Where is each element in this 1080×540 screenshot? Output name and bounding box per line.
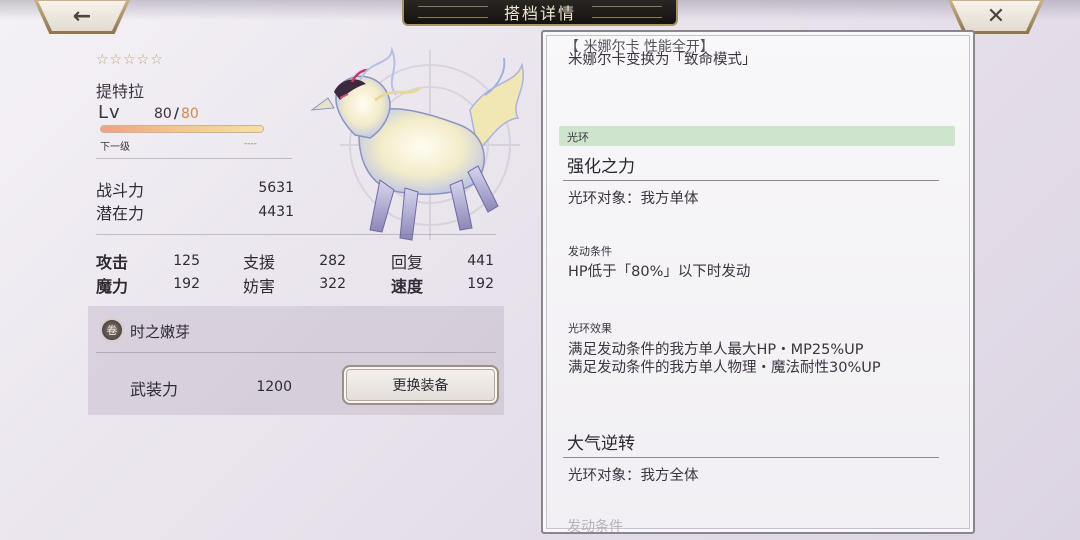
level-label: Lv	[98, 102, 121, 123]
potential-value: 4431	[258, 204, 294, 220]
stat-recovery-value: 441	[467, 253, 494, 269]
stat-attack-label: 攻击	[96, 253, 129, 272]
scrollbar-thumb[interactable]	[974, 228, 975, 414]
equipment-power-label: 武装力	[130, 380, 179, 399]
stat-speed-value: 192	[467, 276, 494, 292]
rarity-stars: ☆☆☆☆☆	[96, 52, 164, 68]
skill-target: 光环对象：我方全体	[568, 468, 699, 484]
clipped-skill-description: 米娜尔卡变换为「致命模式」	[568, 52, 757, 68]
skill-title: 强化之力	[567, 157, 635, 177]
stat-hinder-label: 妨害	[243, 277, 276, 296]
exp-bar	[100, 125, 264, 133]
next-level-label: 下一级	[100, 142, 130, 153]
stat-attack-value: 125	[173, 253, 200, 269]
condition-label: 发动条件	[568, 245, 612, 258]
equipment-icon-glyph: 卷	[106, 324, 118, 337]
skill-detail-panel[interactable]: 【 米娜尔卡 性能全开】 米娜尔卡变换为「致命模式」 光环 强化之力 光环对象：…	[541, 30, 975, 534]
divider	[96, 158, 292, 159]
equipment-power-value: 1200	[256, 379, 292, 395]
stat-magic-label: 魔力	[96, 277, 129, 296]
combat-power-label: 战斗力	[96, 181, 145, 200]
page-title: 搭档详情	[402, 0, 678, 26]
effect-line-2: 满足发动条件的我方单人物理・魔法耐性30%UP	[568, 360, 881, 376]
effect-label: 光环效果	[568, 322, 612, 335]
clipped-condition-label: 发动条件	[567, 519, 623, 534]
stat-support-value: 282	[319, 253, 346, 269]
partner-creature-illustration	[310, 46, 524, 241]
category-band	[559, 126, 955, 146]
back-button[interactable]: ←	[34, 0, 130, 34]
condition-text: HP低于「80%」以下时发动	[568, 264, 751, 280]
close-icon: ✕	[986, 3, 1006, 29]
page-title-text: 搭档详情	[503, 4, 576, 23]
potential-label: 潜在力	[96, 204, 145, 223]
divider	[96, 352, 496, 353]
category-label: 光环	[567, 131, 589, 144]
change-equipment-label: 更换装备	[392, 378, 449, 394]
stat-support-label: 支援	[243, 253, 276, 272]
stat-hinder-value: 322	[319, 276, 346, 292]
skill-target: 光环对象：我方单体	[568, 191, 699, 207]
stat-recovery-label: 回复	[391, 253, 424, 272]
equipment-scroll-icon: 卷	[100, 318, 124, 342]
skill-title: 大气逆转	[567, 434, 635, 454]
next-level-value: ----	[244, 139, 257, 149]
equipment-name: 时之嫩芽	[130, 323, 191, 341]
exp-bar-fill	[101, 126, 263, 132]
back-arrow-icon: ←	[72, 3, 92, 29]
divider	[96, 234, 496, 235]
close-button[interactable]: ✕	[948, 0, 1044, 34]
level-max: 80	[180, 106, 199, 122]
scrollbar-track[interactable]	[974, 54, 975, 530]
partner-name: 提特拉	[96, 82, 145, 101]
level-current: 80	[154, 106, 172, 122]
combat-power-value: 5631	[258, 180, 294, 196]
change-equipment-button[interactable]: 更换装备	[342, 365, 499, 405]
divider	[563, 180, 939, 181]
divider	[563, 457, 939, 458]
level-value: 80/80	[154, 106, 199, 122]
stat-magic-value: 192	[173, 276, 200, 292]
stat-speed-label: 速度	[391, 277, 424, 296]
effect-line-1: 满足发动条件的我方单人最大HP・MP25%UP	[568, 342, 864, 358]
